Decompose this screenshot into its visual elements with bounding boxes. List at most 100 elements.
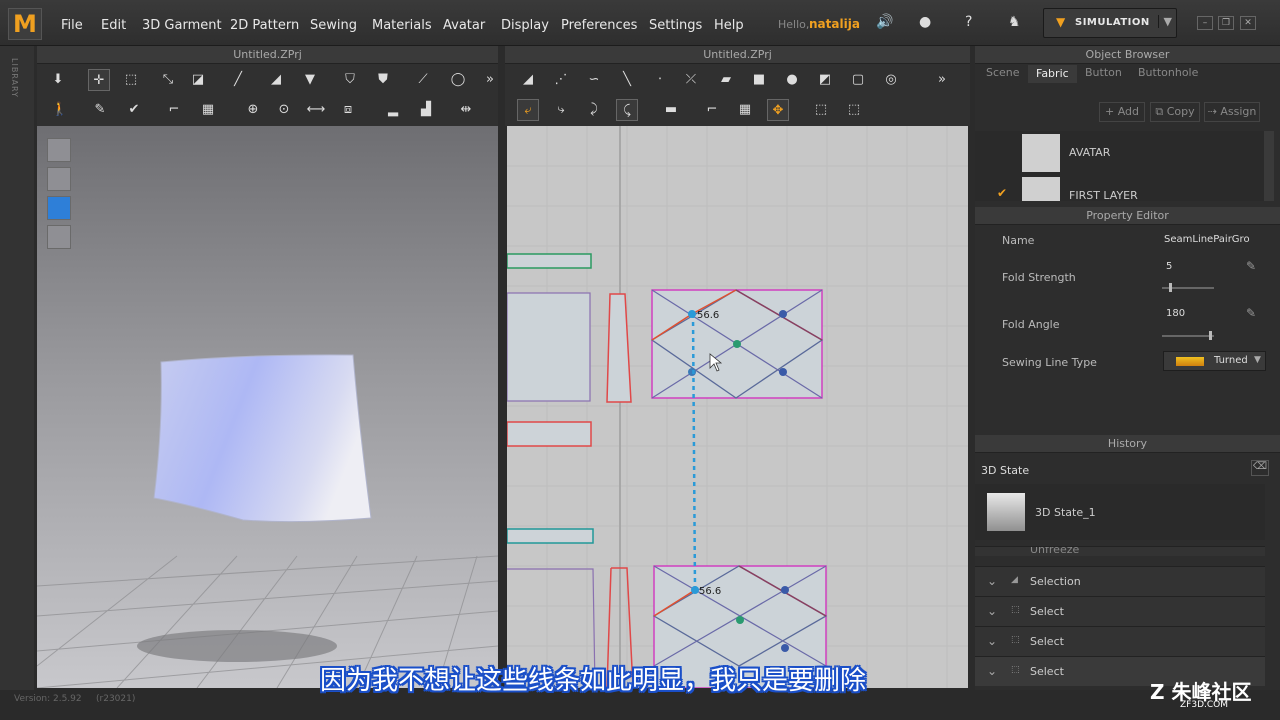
polygon-icon[interactable]: ◢ xyxy=(517,69,539,91)
button-icon[interactable]: ⊕ xyxy=(242,99,264,121)
fold-strength-slider-handle[interactable] xyxy=(1169,283,1172,292)
avatar-pose-icon[interactable]: 🚶 xyxy=(49,99,71,121)
menu-materials[interactable]: Materials xyxy=(372,18,432,33)
fabric-name-first-layer[interactable]: FIRST LAYER xyxy=(1069,189,1138,201)
menu-3d-garment[interactable]: 3D Garment xyxy=(142,18,222,33)
close-icon[interactable]: ✕ xyxy=(1240,16,1256,30)
edit-point-icon[interactable]: ⋰ xyxy=(550,69,572,91)
fabric-list-scrollbar[interactable] xyxy=(1264,131,1274,201)
tab-fabric[interactable]: Fabric xyxy=(1028,65,1077,83)
tape-icon[interactable]: ▬ xyxy=(660,99,682,121)
avatar-settings-icon[interactable]: ♞ xyxy=(1008,14,1021,30)
copy-fabric-button[interactable]: ⧉ Copy xyxy=(1150,102,1200,122)
shirt-icon[interactable]: ⛉ xyxy=(339,69,361,91)
free-sewing-icon[interactable]: ⤷ xyxy=(550,99,572,121)
pants-icon[interactable]: ⛊ xyxy=(372,69,394,91)
rectangle-icon[interactable]: ■ xyxy=(748,69,770,91)
fold-angle-value[interactable]: 180 xyxy=(1166,308,1185,319)
m-n-sewing-icon[interactable]: ⤸ xyxy=(583,99,605,121)
chevron-down-icon[interactable]: ▼ xyxy=(1157,15,1172,28)
fabric-name-avatar[interactable]: AVATAR xyxy=(1069,146,1110,159)
menu-avatar[interactable]: Avatar xyxy=(443,18,485,33)
simulation-button[interactable]: ▼ SIMULATION ▼ xyxy=(1043,8,1177,38)
maximize-icon[interactable]: ❐ xyxy=(1218,16,1234,30)
edit-pencil-icon[interactable]: ✎ xyxy=(1246,259,1256,273)
puckering-icon[interactable]: ⧈ xyxy=(337,99,359,121)
history-state-row[interactable]: 3D State_1 xyxy=(975,484,1265,540)
tab-scene[interactable]: Scene xyxy=(986,66,1020,79)
minimize-icon[interactable]: – xyxy=(1197,16,1213,30)
tab-button[interactable]: Button xyxy=(1085,66,1122,79)
drop-icon[interactable]: ⬇ xyxy=(47,69,69,91)
ring-icon[interactable]: ◯ xyxy=(447,69,469,91)
tack-icon[interactable]: ⟋ xyxy=(412,69,434,91)
trim-icon[interactable]: ▟ xyxy=(415,99,437,121)
garment-icon[interactable]: ▼ xyxy=(299,69,321,91)
pattern-icon[interactable]: ▰ xyxy=(715,69,737,91)
circle-icon[interactable]: ● xyxy=(781,69,803,91)
arrange-icon[interactable]: ⇹ xyxy=(455,99,477,121)
menu-file[interactable]: File xyxy=(61,18,83,33)
fold-icon[interactable]: ◢ xyxy=(265,69,287,91)
dart-icon[interactable]: ⋅ xyxy=(649,69,671,91)
menu-edit[interactable]: Edit xyxy=(101,18,126,33)
segment-sewing-icon[interactable]: ⤶ xyxy=(517,99,539,121)
menu-settings[interactable]: Settings xyxy=(649,18,702,33)
segment-icon[interactable]: ⤫ xyxy=(680,69,702,91)
fabric-swatch-avatar[interactable] xyxy=(1022,134,1060,172)
viewport-2d[interactable]: 56.6 56.6 xyxy=(507,126,968,688)
edit-texture-icon[interactable]: ✥ xyxy=(767,99,789,121)
help-icon[interactable]: ? xyxy=(965,14,972,30)
fold-angle-slider-handle[interactable] xyxy=(1209,331,1212,340)
transform-icon[interactable]: ⤡ xyxy=(157,69,179,91)
avatar-silhouette-icon[interactable] xyxy=(47,225,71,249)
menu-sewing[interactable]: Sewing xyxy=(310,18,357,33)
buttonhole-icon[interactable]: ⊙ xyxy=(273,99,295,121)
menu-2d-pattern[interactable]: 2D Pattern xyxy=(230,18,299,33)
internal-circle-icon[interactable]: ◎ xyxy=(880,69,902,91)
grid-icon[interactable]: ▦ xyxy=(197,99,219,121)
line-icon[interactable]: ╱ xyxy=(227,69,249,91)
measure-icon[interactable]: ⌐ xyxy=(163,99,185,121)
box-icon[interactable]: ◪ xyxy=(187,69,209,91)
sewing-line-type-select[interactable]: Turned ▼ xyxy=(1163,351,1266,371)
history-item-select[interactable]: ⌄ ⬚ Select xyxy=(975,626,1265,656)
fabric-swatch-first-layer[interactable] xyxy=(1022,177,1060,201)
add-fabric-button[interactable]: + Add xyxy=(1099,102,1145,122)
menu-preferences[interactable]: Preferences xyxy=(561,18,637,33)
internal-rect-icon[interactable]: ▢ xyxy=(847,69,869,91)
pattern-strip-mid[interactable] xyxy=(507,421,592,447)
avatar-display-icon[interactable] xyxy=(47,138,71,162)
pin-2d-icon[interactable]: ⌐ xyxy=(701,99,723,121)
internal-line-icon[interactable]: ╲ xyxy=(616,69,638,91)
texture-icon[interactable]: ▦ xyxy=(734,99,756,121)
pattern-side-panel[interactable] xyxy=(507,292,591,402)
history-item-unfreeze[interactable]: ˅ Unfreeze xyxy=(975,546,1265,556)
history-delete-icon[interactable]: ⌫ xyxy=(1251,460,1269,476)
pattern-front-panel[interactable] xyxy=(650,289,824,399)
fold-strength-value[interactable]: 5 xyxy=(1166,261,1172,272)
name-value[interactable]: SeamLinePairGro xyxy=(1164,234,1250,245)
fold-angle-slider[interactable] xyxy=(1162,335,1214,337)
garment-display-icon[interactable] xyxy=(47,196,71,220)
more-icon[interactable]: » xyxy=(483,69,497,91)
pattern-strip-bottom[interactable] xyxy=(507,528,594,544)
select-lasso-icon[interactable]: ⬚ xyxy=(843,99,865,121)
pin-icon[interactable]: ✎ xyxy=(89,99,111,121)
user-icon[interactable]: ● xyxy=(919,14,931,30)
assign-fabric-button[interactable]: ⇢ Assign xyxy=(1204,102,1260,122)
graphic-icon[interactable]: ▂ xyxy=(382,99,404,121)
history-item-selection[interactable]: ⌄ ◢ Selection xyxy=(975,566,1265,596)
avatar-visibility-icon[interactable] xyxy=(47,167,71,191)
select-mesh-icon[interactable]: ⬚ xyxy=(120,69,142,91)
check-shape-icon[interactable]: ✔ xyxy=(123,99,145,121)
select-box-icon[interactable]: ⬚ xyxy=(810,99,832,121)
internal-polygon-icon[interactable]: ◩ xyxy=(814,69,836,91)
tab-buttonhole[interactable]: Buttonhole xyxy=(1138,66,1198,79)
more-2d-icon[interactable]: » xyxy=(935,69,949,91)
history-item-select[interactable]: ⌄ ⬚ Select xyxy=(975,596,1265,626)
move-tool-icon[interactable]: ✛ xyxy=(88,69,110,91)
library-strip[interactable]: LIBRARY xyxy=(0,46,34,690)
menu-help[interactable]: Help xyxy=(714,18,744,33)
edit-sewing-icon[interactable]: ⤹ xyxy=(616,99,638,121)
